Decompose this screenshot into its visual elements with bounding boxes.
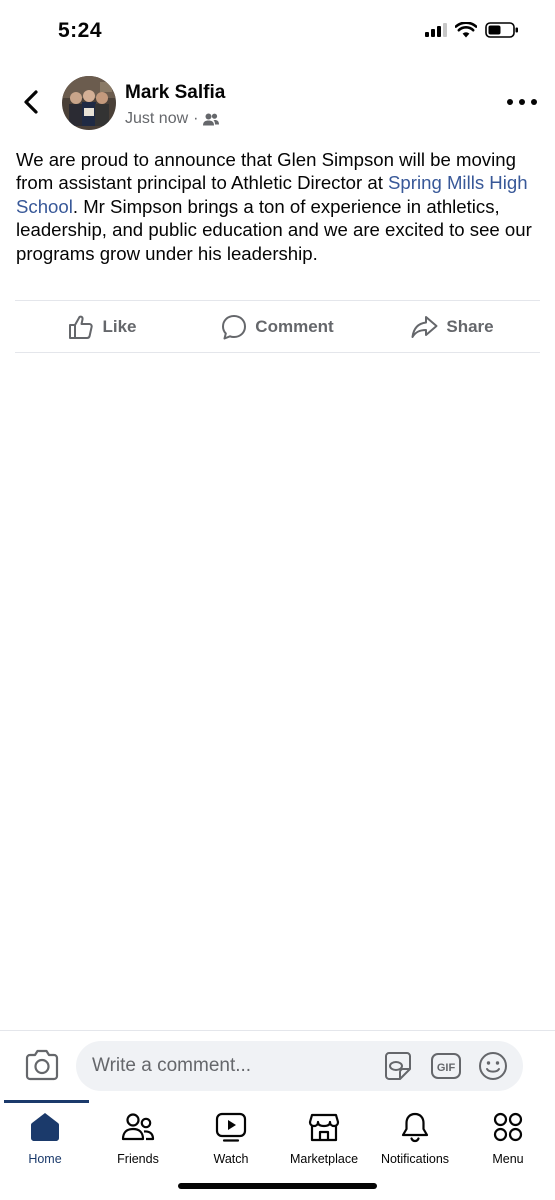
gif-icon: GIF — [431, 1053, 461, 1079]
menu-grid-icon — [493, 1112, 523, 1142]
status-icons — [425, 22, 519, 38]
like-label: Like — [102, 316, 137, 336]
avatar-sticker-button[interactable] — [382, 1051, 414, 1081]
status-bar: 5:24 — [0, 0, 555, 64]
comment-button[interactable]: Comment — [190, 301, 365, 352]
chevron-left-icon — [24, 90, 38, 114]
post-header: Mark Salfia Just now · — [0, 74, 555, 134]
tab-friends[interactable]: Friends — [93, 1110, 183, 1172]
camera-button[interactable] — [24, 1048, 60, 1082]
author-name[interactable]: Mark Salfia — [125, 82, 225, 104]
friends-icon — [121, 1113, 155, 1141]
camera-icon — [25, 1049, 59, 1081]
back-button[interactable] — [18, 88, 46, 116]
emoji-icon — [479, 1052, 507, 1080]
tab-notifications[interactable]: Notifications — [370, 1110, 460, 1172]
share-button[interactable]: Share — [365, 301, 540, 352]
tab-watch[interactable]: Watch — [186, 1110, 276, 1172]
post-text: We are proud to announce that Glen Simps… — [16, 148, 536, 265]
wifi-icon — [455, 22, 477, 38]
emoji-button[interactable] — [477, 1051, 509, 1081]
tab-label: Notifications — [380, 1152, 450, 1166]
bell-icon — [401, 1112, 429, 1143]
tab-label: Home — [28, 1152, 62, 1166]
post-meta: Just now · — [125, 110, 220, 128]
tab-menu[interactable]: Menu — [463, 1110, 553, 1172]
more-dot-icon — [519, 99, 525, 105]
comment-input[interactable]: Write a comment... GIF — [76, 1041, 523, 1091]
post-timestamp[interactable]: Just now — [125, 110, 188, 128]
watch-icon — [215, 1112, 247, 1142]
home-indicator[interactable] — [178, 1183, 377, 1189]
more-dot-icon — [531, 99, 537, 105]
tab-home[interactable]: Home — [0, 1110, 90, 1172]
gif-button[interactable]: GIF — [430, 1051, 462, 1081]
tab-label: Watch — [213, 1152, 249, 1166]
cellular-signal-icon — [425, 23, 447, 37]
comment-label: Comment — [255, 316, 334, 336]
meta-separator: · — [193, 110, 199, 127]
gif-label: GIF — [437, 1062, 456, 1074]
comment-bubble-icon — [222, 314, 247, 339]
tab-marketplace[interactable]: Marketplace — [279, 1110, 369, 1172]
like-button[interactable]: Like — [15, 301, 190, 352]
post-text-part: . Mr Simpson brings a ton of experience … — [16, 195, 532, 264]
share-label: Share — [446, 316, 494, 336]
post-action-bar: Like Comment Share — [15, 300, 540, 353]
friends-audience-icon — [203, 113, 220, 125]
thumbs-up-icon — [69, 315, 94, 339]
more-dot-icon — [507, 99, 513, 105]
share-arrow-icon — [411, 315, 438, 338]
tab-label: Friends — [117, 1152, 159, 1166]
active-tab-indicator — [4, 1100, 89, 1103]
battery-icon — [485, 22, 518, 38]
comment-placeholder: Write a comment... — [92, 1055, 252, 1076]
sticker-icon — [385, 1052, 411, 1080]
more-options-button[interactable] — [507, 92, 537, 112]
home-icon — [31, 1113, 59, 1141]
marketplace-icon — [308, 1113, 340, 1142]
tab-label: Marketplace — [289, 1152, 359, 1166]
status-time: 5:24 — [58, 19, 103, 42]
avatar[interactable] — [62, 76, 116, 130]
tab-label: Menu — [492, 1152, 524, 1166]
comment-composer: Write a comment... GIF — [0, 1030, 555, 1100]
